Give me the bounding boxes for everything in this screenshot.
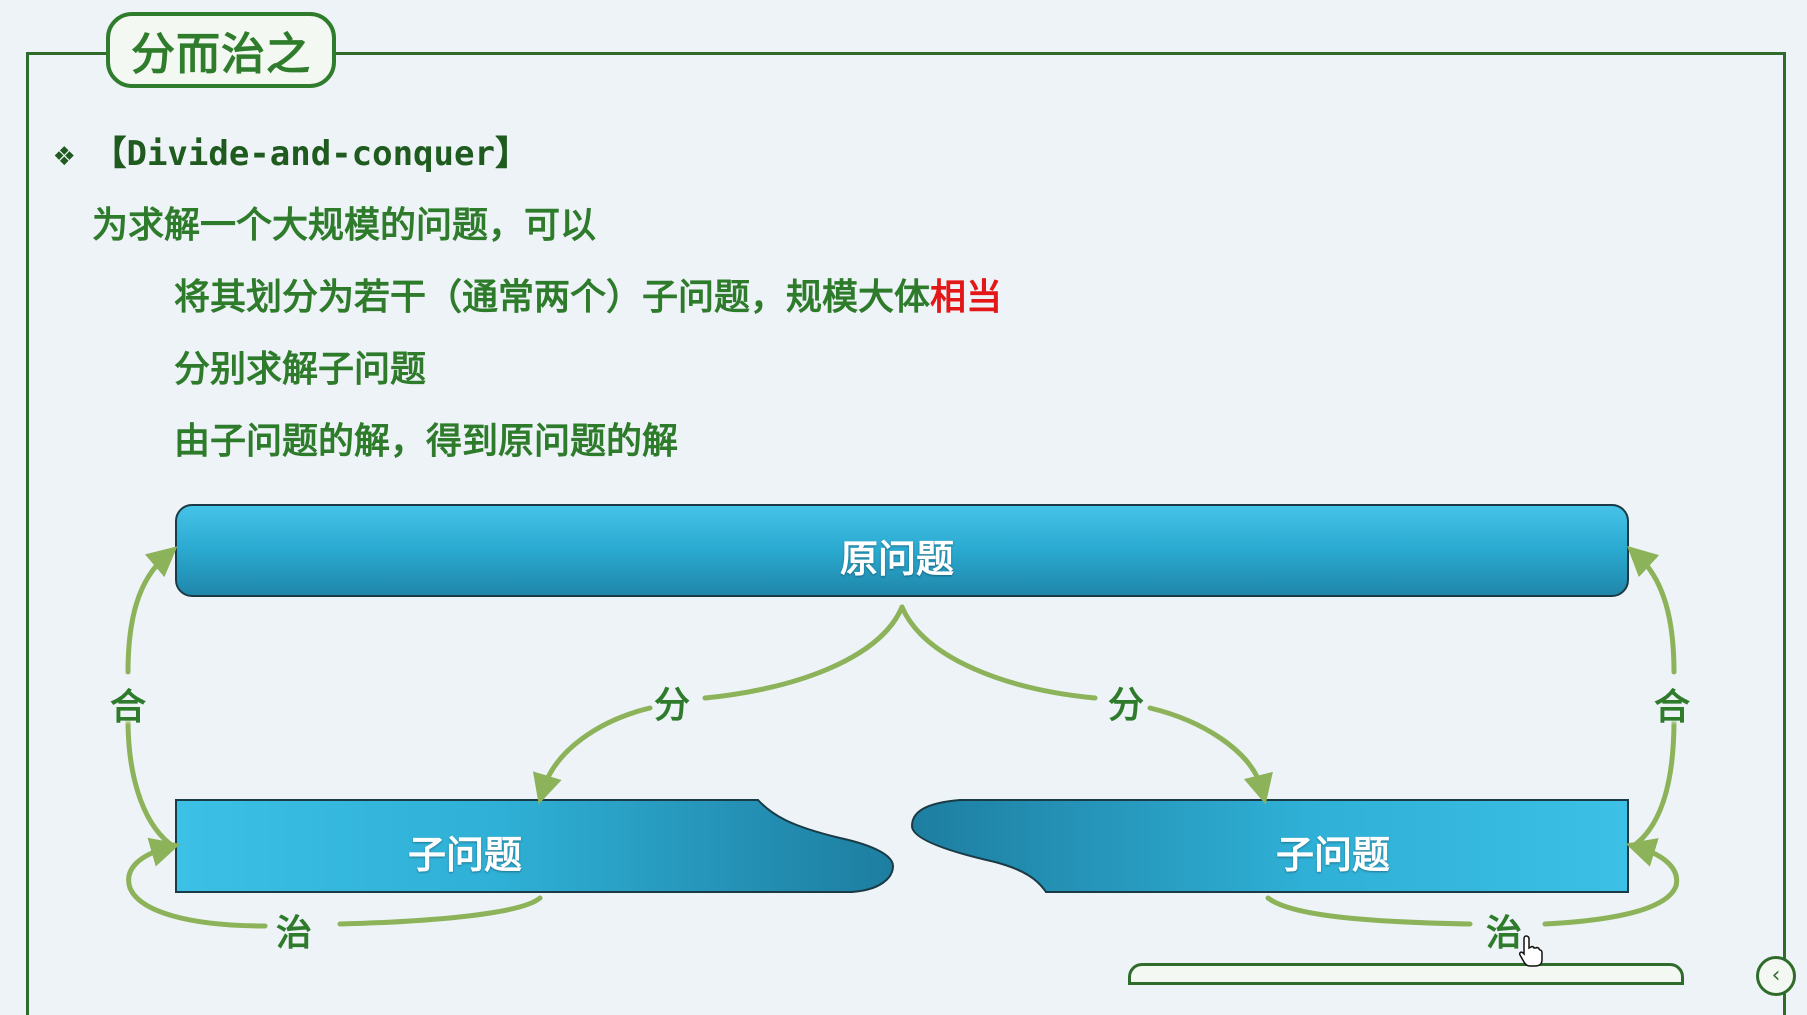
conquer-arrow-left: [337, 895, 543, 927]
conquer-label-left: 治: [276, 913, 313, 954]
divide-arrow-right: [899, 604, 1098, 701]
divide-conquer-diagram: [125, 504, 1680, 929]
sub-problem-left-box: [175, 799, 895, 893]
merge-label-left: 合: [110, 687, 147, 728]
conquer-label-right: 治: [1486, 913, 1523, 954]
merge-arrow-left: [125, 717, 173, 847]
merge-arrow-right-upper: [1626, 545, 1677, 675]
sub-problem-right-label: 子问题: [1276, 833, 1391, 877]
divide-label-right: 分: [1108, 685, 1145, 726]
merge-arrow-left-upper: [125, 546, 178, 675]
divide-arrow-right-lower: [1147, 705, 1273, 805]
footer-citation-strip: [1128, 963, 1684, 985]
hand-pointer-icon: [1519, 935, 1543, 967]
conquer-arrow-right: [1265, 895, 1473, 927]
divide-arrow-left-lower: [532, 705, 653, 805]
sub-problem-right-box: [910, 799, 1629, 893]
original-problem-label: 原问题: [840, 537, 955, 581]
divide-arrow-left: [702, 604, 905, 701]
merge-label-right: 合: [1654, 687, 1691, 728]
merge-arrow-right: [1633, 717, 1677, 847]
divide-label-left: 分: [654, 685, 691, 726]
chevron-left-icon[interactable]: ‹: [1756, 956, 1796, 996]
sub-problem-left-label: 子问题: [408, 833, 523, 877]
